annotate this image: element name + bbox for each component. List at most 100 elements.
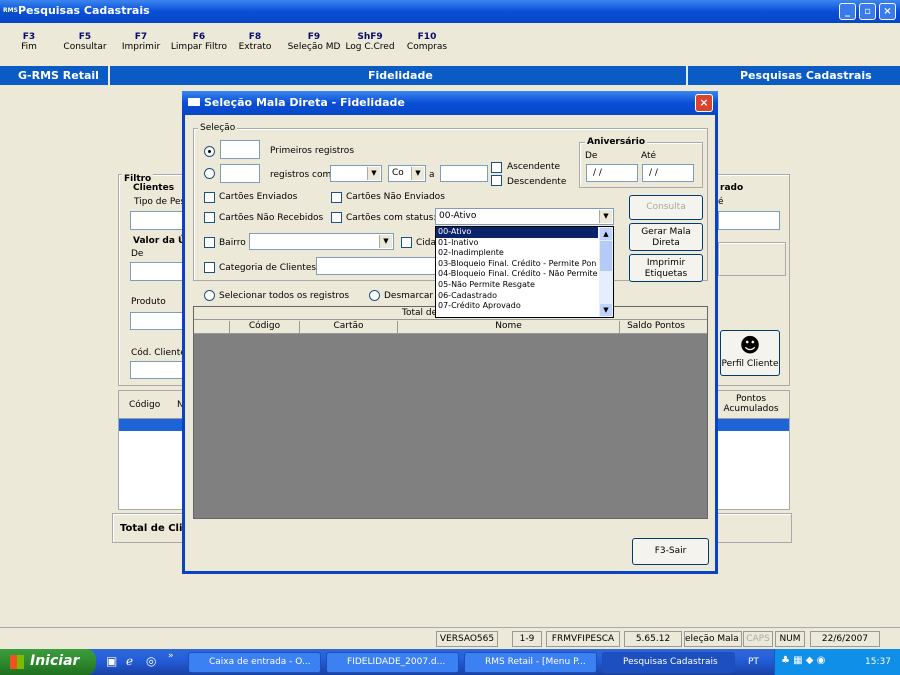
cartoes-nao-enviados-label: Cartões Não Enviados [346, 192, 445, 202]
produto-label: Produto [131, 297, 166, 307]
valor-de-label: De [131, 249, 144, 259]
chevron-up-icon[interactable]: ▲ [600, 228, 612, 240]
minimize-icon[interactable]: _ [839, 3, 856, 20]
window-title: Pesquisas Cadastrais [18, 4, 150, 17]
consulta-button[interactable]: Consulta [629, 195, 703, 220]
task-pesquisas[interactable]: Pesquisas Cadastrais [602, 652, 735, 673]
close-icon[interactable]: × [879, 3, 896, 20]
sair-button[interactable]: F3-Sair [632, 538, 709, 565]
registros-radio[interactable] [204, 168, 215, 179]
list-item[interactable]: 06-Cadastrado [436, 291, 598, 302]
restore-icon[interactable]: ▫ [859, 3, 876, 20]
cartoes-nao-recebidos-checkbox[interactable] [204, 212, 215, 223]
chevron-right-icon[interactable]: » [168, 651, 174, 661]
start-button[interactable]: Iniciar [0, 649, 96, 675]
desmarcar-radio[interactable] [369, 290, 380, 301]
aniv-de-label: De [585, 151, 598, 161]
status-versao: VERSAO565 [436, 631, 498, 647]
cartoes-status-label: Cartões com status: [346, 213, 437, 223]
categoria-label: Categoria de Clientes [219, 263, 317, 273]
ie-icon[interactable]: ℯ [126, 654, 133, 668]
task-rms-menu[interactable]: RMS Retail - [Menu P... [464, 652, 597, 673]
list-item[interactable]: 01-Inativo [436, 238, 598, 249]
tray-icons[interactable]: ♣ ▦ ◆ ◉ [781, 655, 825, 666]
list-scrollbar[interactable]: ▲ ▼ [599, 227, 613, 317]
primeiros-input[interactable] [220, 140, 260, 159]
cod-cliente-label: Cód. Cliente [131, 348, 186, 358]
fkey-f3[interactable]: F3 Fim [0, 32, 58, 52]
fkey-f8[interactable]: F8 Extrato [226, 32, 284, 52]
aniv-de-input[interactable]: / / [586, 164, 638, 182]
perfil-cliente-button[interactable]: ☻ Perfil Cliente [720, 330, 780, 376]
windows-logo-icon [10, 655, 24, 669]
list-item[interactable]: 05-Não Permite Resgate [436, 280, 598, 291]
chevron-down-icon[interactable]: ▼ [600, 304, 612, 316]
fkey-f5[interactable]: F5 Consultar [56, 32, 114, 52]
language-indicator[interactable]: PT [748, 657, 759, 667]
list-item[interactable]: 02-Inadimplente [436, 248, 598, 259]
person-icon: ☻ [739, 333, 761, 357]
registros-input[interactable] [220, 164, 260, 183]
task-word[interactable]: FIDELIDADE_2007.d... [326, 652, 459, 673]
right-frame [718, 242, 786, 276]
cidade-checkbox[interactable] [401, 237, 412, 248]
scroll-thumb[interactable] [600, 241, 612, 271]
aniversario-label: Aniversário [585, 137, 648, 147]
chevron-down-icon[interactable]: ▼ [599, 210, 612, 223]
campo-select[interactable]: ▼ [330, 165, 382, 182]
valor-input[interactable] [130, 262, 185, 281]
cidade-label: Cida [416, 238, 437, 248]
chevron-down-icon[interactable]: ▼ [367, 167, 380, 180]
fkey-shf9[interactable]: ShF9 Log C.Cred [341, 32, 399, 52]
status-select[interactable]: 00-Ativo ▼ [435, 208, 614, 225]
ate-input[interactable] [718, 211, 780, 230]
chevron-down-icon[interactable]: ▼ [411, 167, 424, 180]
module-left: G-RMS Retail [18, 69, 99, 82]
list-item[interactable]: 03-Bloqueio Final. Crédito - Permite Pon [436, 259, 598, 270]
desktop-icon[interactable]: ▣ [106, 654, 117, 668]
categoria-checkbox[interactable] [204, 262, 215, 273]
col-codigo: Código [230, 321, 300, 333]
list-item[interactable]: 04-Bloqueio Final. Crédito - Não Permite [436, 269, 598, 280]
close-icon[interactable]: × [695, 94, 713, 112]
categoria-input[interactable] [316, 257, 436, 275]
dialog-title: Seleção Mala Direta - Fidelidade [204, 96, 405, 109]
cartoes-status-checkbox[interactable] [331, 212, 342, 223]
tipo-input[interactable] [130, 211, 185, 230]
window-titlebar: RMS Pesquisas Cadastrais _ ▫ × [0, 0, 900, 23]
tipo-label: Tipo de Pes [134, 197, 186, 207]
operador-select[interactable]: Co ▼ [388, 165, 426, 182]
e-label: é [718, 197, 724, 207]
bairro-select[interactable]: ▼ [249, 233, 394, 250]
list-item[interactable]: 00-Ativo [436, 227, 598, 238]
produto-input[interactable] [130, 312, 185, 330]
primeiros-radio[interactable] [204, 146, 215, 157]
ascendente-checkbox[interactable] [491, 162, 502, 173]
selecao-grid[interactable]: Total de Código Cartão Nome Saldo Pontos [193, 306, 708, 519]
bairro-checkbox[interactable] [204, 237, 215, 248]
gerar-mala-direta-button[interactable]: Gerar Mala Direta [629, 223, 703, 251]
fkey-f10[interactable]: F10 Compras [398, 32, 456, 52]
selecionar-todos-radio[interactable] [204, 290, 215, 301]
cartoes-enviados-checkbox[interactable] [204, 192, 215, 203]
aniv-ate-input[interactable]: / / [642, 164, 694, 182]
chevron-down-icon[interactable]: ▼ [379, 235, 392, 248]
descendente-label: Descendente [507, 177, 567, 187]
descendente-checkbox[interactable] [491, 175, 502, 186]
ascendente-label: Ascendente [507, 162, 561, 172]
cod-cliente-input[interactable] [130, 361, 185, 379]
browser-icon[interactable]: ◎ [146, 654, 156, 668]
valor-input[interactable] [440, 165, 488, 182]
list-item[interactable]: 07-Crédito Aprovado [436, 301, 598, 312]
fkey-f7[interactable]: F7 Imprimir [112, 32, 170, 52]
task-outlook[interactable]: Caixa de entrada - O... [188, 652, 321, 673]
cartoes-nao-enviados-checkbox[interactable] [331, 192, 342, 203]
col-nome: Nome [398, 321, 620, 333]
fkey-f9[interactable]: F9 Seleção MD [285, 32, 343, 52]
taskbar: Iniciar ▣ ℯ ◎ » Caixa de entrada - O... … [0, 649, 900, 675]
imprimir-etiquetas-button[interactable]: Imprimir Etiquetas [629, 254, 703, 282]
clock: 15:37 [865, 657, 891, 667]
fkey-f6[interactable]: F6 Limpar Filtro [170, 32, 228, 52]
status-dropdown-list[interactable]: 00-Ativo 01-Inativo 02-Inadimplente 03-B… [435, 226, 614, 318]
window-icon [188, 98, 200, 106]
